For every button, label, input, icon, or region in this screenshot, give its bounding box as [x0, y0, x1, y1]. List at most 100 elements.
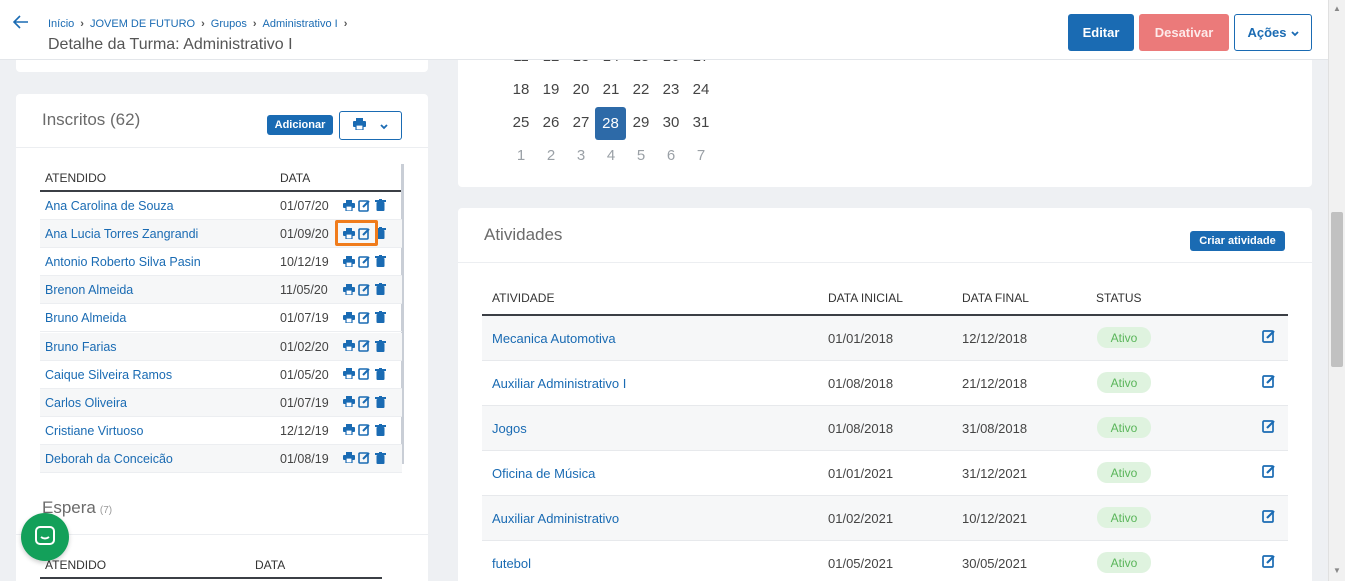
activity-name-link[interactable]: Mecanica Automotiva — [492, 331, 616, 346]
print-icon[interactable] — [342, 198, 355, 212]
activity-name-link[interactable]: Jogos — [492, 421, 527, 436]
activity-name-link[interactable]: Oficina de Música — [492, 466, 595, 481]
scroll-down-icon[interactable]: ▼ — [1333, 566, 1341, 575]
activity-start-date: 01/08/2018 — [828, 376, 894, 391]
edit-icon[interactable] — [358, 423, 371, 437]
print-icon[interactable] — [342, 254, 355, 268]
calendar-day[interactable]: 27 — [566, 114, 596, 131]
edit-icon[interactable] — [358, 198, 371, 212]
print-icon[interactable] — [342, 423, 355, 437]
print-icon[interactable] — [342, 395, 355, 409]
calendar-day[interactable]: 25 — [506, 114, 536, 131]
edit-icon[interactable] — [1262, 374, 1276, 391]
scrollbar-thumb[interactable] — [1331, 212, 1343, 367]
print-icon[interactable] — [342, 451, 355, 465]
edit-button[interactable]: Editar — [1068, 14, 1134, 51]
edit-icon[interactable] — [358, 367, 371, 381]
attendee-name-link[interactable]: Cristiane Virtuoso — [45, 424, 143, 438]
attendee-name-link[interactable]: Ana Lucia Torres Zangrandi — [45, 227, 198, 241]
divider — [458, 262, 1312, 263]
breadcrumb-home[interactable]: Início — [48, 18, 74, 30]
print-icon[interactable] — [342, 282, 355, 296]
table-row: Antonio Roberto Silva Pasin 10/12/19 — [40, 248, 402, 277]
calendar-day[interactable]: 7 — [686, 147, 716, 164]
chat-widget-button[interactable] — [21, 513, 69, 561]
trash-icon[interactable] — [374, 339, 387, 353]
deactivate-button[interactable]: Desativar — [1139, 14, 1229, 51]
calendar-day[interactable]: 5 — [626, 147, 656, 164]
attendee-name-link[interactable]: Bruno Almeida — [45, 311, 126, 325]
column-header-atividade: ATIVIDADE — [492, 291, 555, 305]
trash-icon[interactable] — [374, 254, 387, 268]
back-arrow-icon[interactable] — [12, 14, 29, 34]
attendee-name-link[interactable]: Brenon Almeida — [45, 283, 133, 297]
attendee-name-link[interactable]: Caique Silveira Ramos — [45, 368, 172, 382]
edit-icon[interactable] — [1262, 329, 1276, 346]
calendar-day[interactable]: 18 — [506, 81, 536, 98]
add-button[interactable]: Adicionar — [267, 115, 333, 135]
create-activity-button[interactable]: Criar atividade — [1190, 231, 1285, 251]
calendar-day[interactable]: 20 — [566, 81, 596, 98]
activity-name-link[interactable]: futebol — [492, 556, 531, 571]
calendar-day[interactable]: 21 — [596, 81, 626, 98]
edit-icon[interactable] — [358, 254, 371, 268]
calendar-day[interactable]: 19 — [536, 81, 566, 98]
actions-dropdown-button[interactable]: Ações — [1234, 14, 1312, 51]
calendar-day[interactable]: 3 — [566, 147, 596, 164]
attendee-name-link[interactable]: Ana Carolina de Souza — [45, 199, 174, 213]
calendar-day[interactable]: 30 — [656, 114, 686, 131]
calendar-day[interactable]: 23 — [656, 81, 686, 98]
row-actions — [342, 451, 387, 465]
attendee-name-link[interactable]: Antonio Roberto Silva Pasin — [45, 255, 201, 269]
attendee-name-link[interactable]: Deborah da Conceicão — [45, 452, 173, 466]
print-icon[interactable] — [342, 310, 355, 324]
activity-name-link[interactable]: Auxiliar Administrativo I — [492, 376, 626, 391]
scroll-up-icon[interactable]: ▲ — [1333, 4, 1341, 13]
printer-icon — [353, 118, 366, 133]
breadcrumb-program[interactable]: JOVEM DE FUTURO — [90, 18, 195, 30]
trash-icon[interactable] — [374, 198, 387, 212]
trash-icon[interactable] — [374, 395, 387, 409]
calendar-day[interactable]: 22 — [626, 81, 656, 98]
edit-icon[interactable] — [358, 310, 371, 324]
page-scrollbar[interactable]: ▲ ▼ — [1328, 0, 1345, 581]
calendar-day[interactable]: 2 — [536, 147, 566, 164]
print-icon[interactable] — [342, 367, 355, 381]
trash-icon[interactable] — [374, 310, 387, 324]
edit-icon[interactable] — [358, 395, 371, 409]
edit-icon[interactable] — [1262, 509, 1276, 526]
calendar-day[interactable]: 1 — [506, 147, 536, 164]
trash-icon[interactable] — [374, 451, 387, 465]
calendar-day[interactable]: 26 — [536, 114, 566, 131]
activity-start-date: 01/01/2021 — [828, 466, 894, 481]
breadcrumb-group[interactable]: Administrativo I — [263, 18, 338, 30]
edit-icon[interactable] — [358, 339, 371, 353]
edit-icon[interactable] — [358, 451, 371, 465]
breadcrumb-groups[interactable]: Grupos — [211, 18, 247, 30]
calendar-day[interactable]: 29 — [626, 114, 656, 131]
trash-icon[interactable] — [374, 423, 387, 437]
print-icon[interactable] — [342, 339, 355, 353]
calendar-day[interactable]: 4 — [596, 147, 626, 164]
activity-end-date: 30/05/2021 — [962, 556, 1028, 571]
status-badge: Ativo — [1097, 417, 1151, 438]
activity-end-date: 31/08/2018 — [962, 421, 1028, 436]
edit-icon[interactable] — [1262, 419, 1276, 436]
calendar-day[interactable]: 6 — [656, 147, 686, 164]
calendar-day[interactable]: 31 — [686, 114, 716, 131]
attendee-name-link[interactable]: Bruno Farias — [45, 340, 117, 354]
print-dropdown[interactable] — [339, 111, 402, 140]
edit-icon[interactable] — [1262, 554, 1276, 571]
calendar-day-selected[interactable]: 28 — [595, 107, 626, 140]
activity-name-link[interactable]: Auxiliar Administrativo — [492, 511, 619, 526]
trash-icon[interactable] — [374, 282, 387, 296]
chevron-down-icon — [380, 119, 388, 133]
enrollment-date: 01/08/19 — [280, 451, 329, 466]
edit-icon[interactable] — [358, 282, 371, 296]
trash-icon[interactable] — [374, 367, 387, 381]
activity-start-date: 01/05/2021 — [828, 556, 894, 571]
row-actions — [342, 367, 387, 381]
edit-icon[interactable] — [1262, 464, 1276, 481]
calendar-day[interactable]: 24 — [686, 81, 716, 98]
attendee-name-link[interactable]: Carlos Oliveira — [45, 396, 127, 410]
